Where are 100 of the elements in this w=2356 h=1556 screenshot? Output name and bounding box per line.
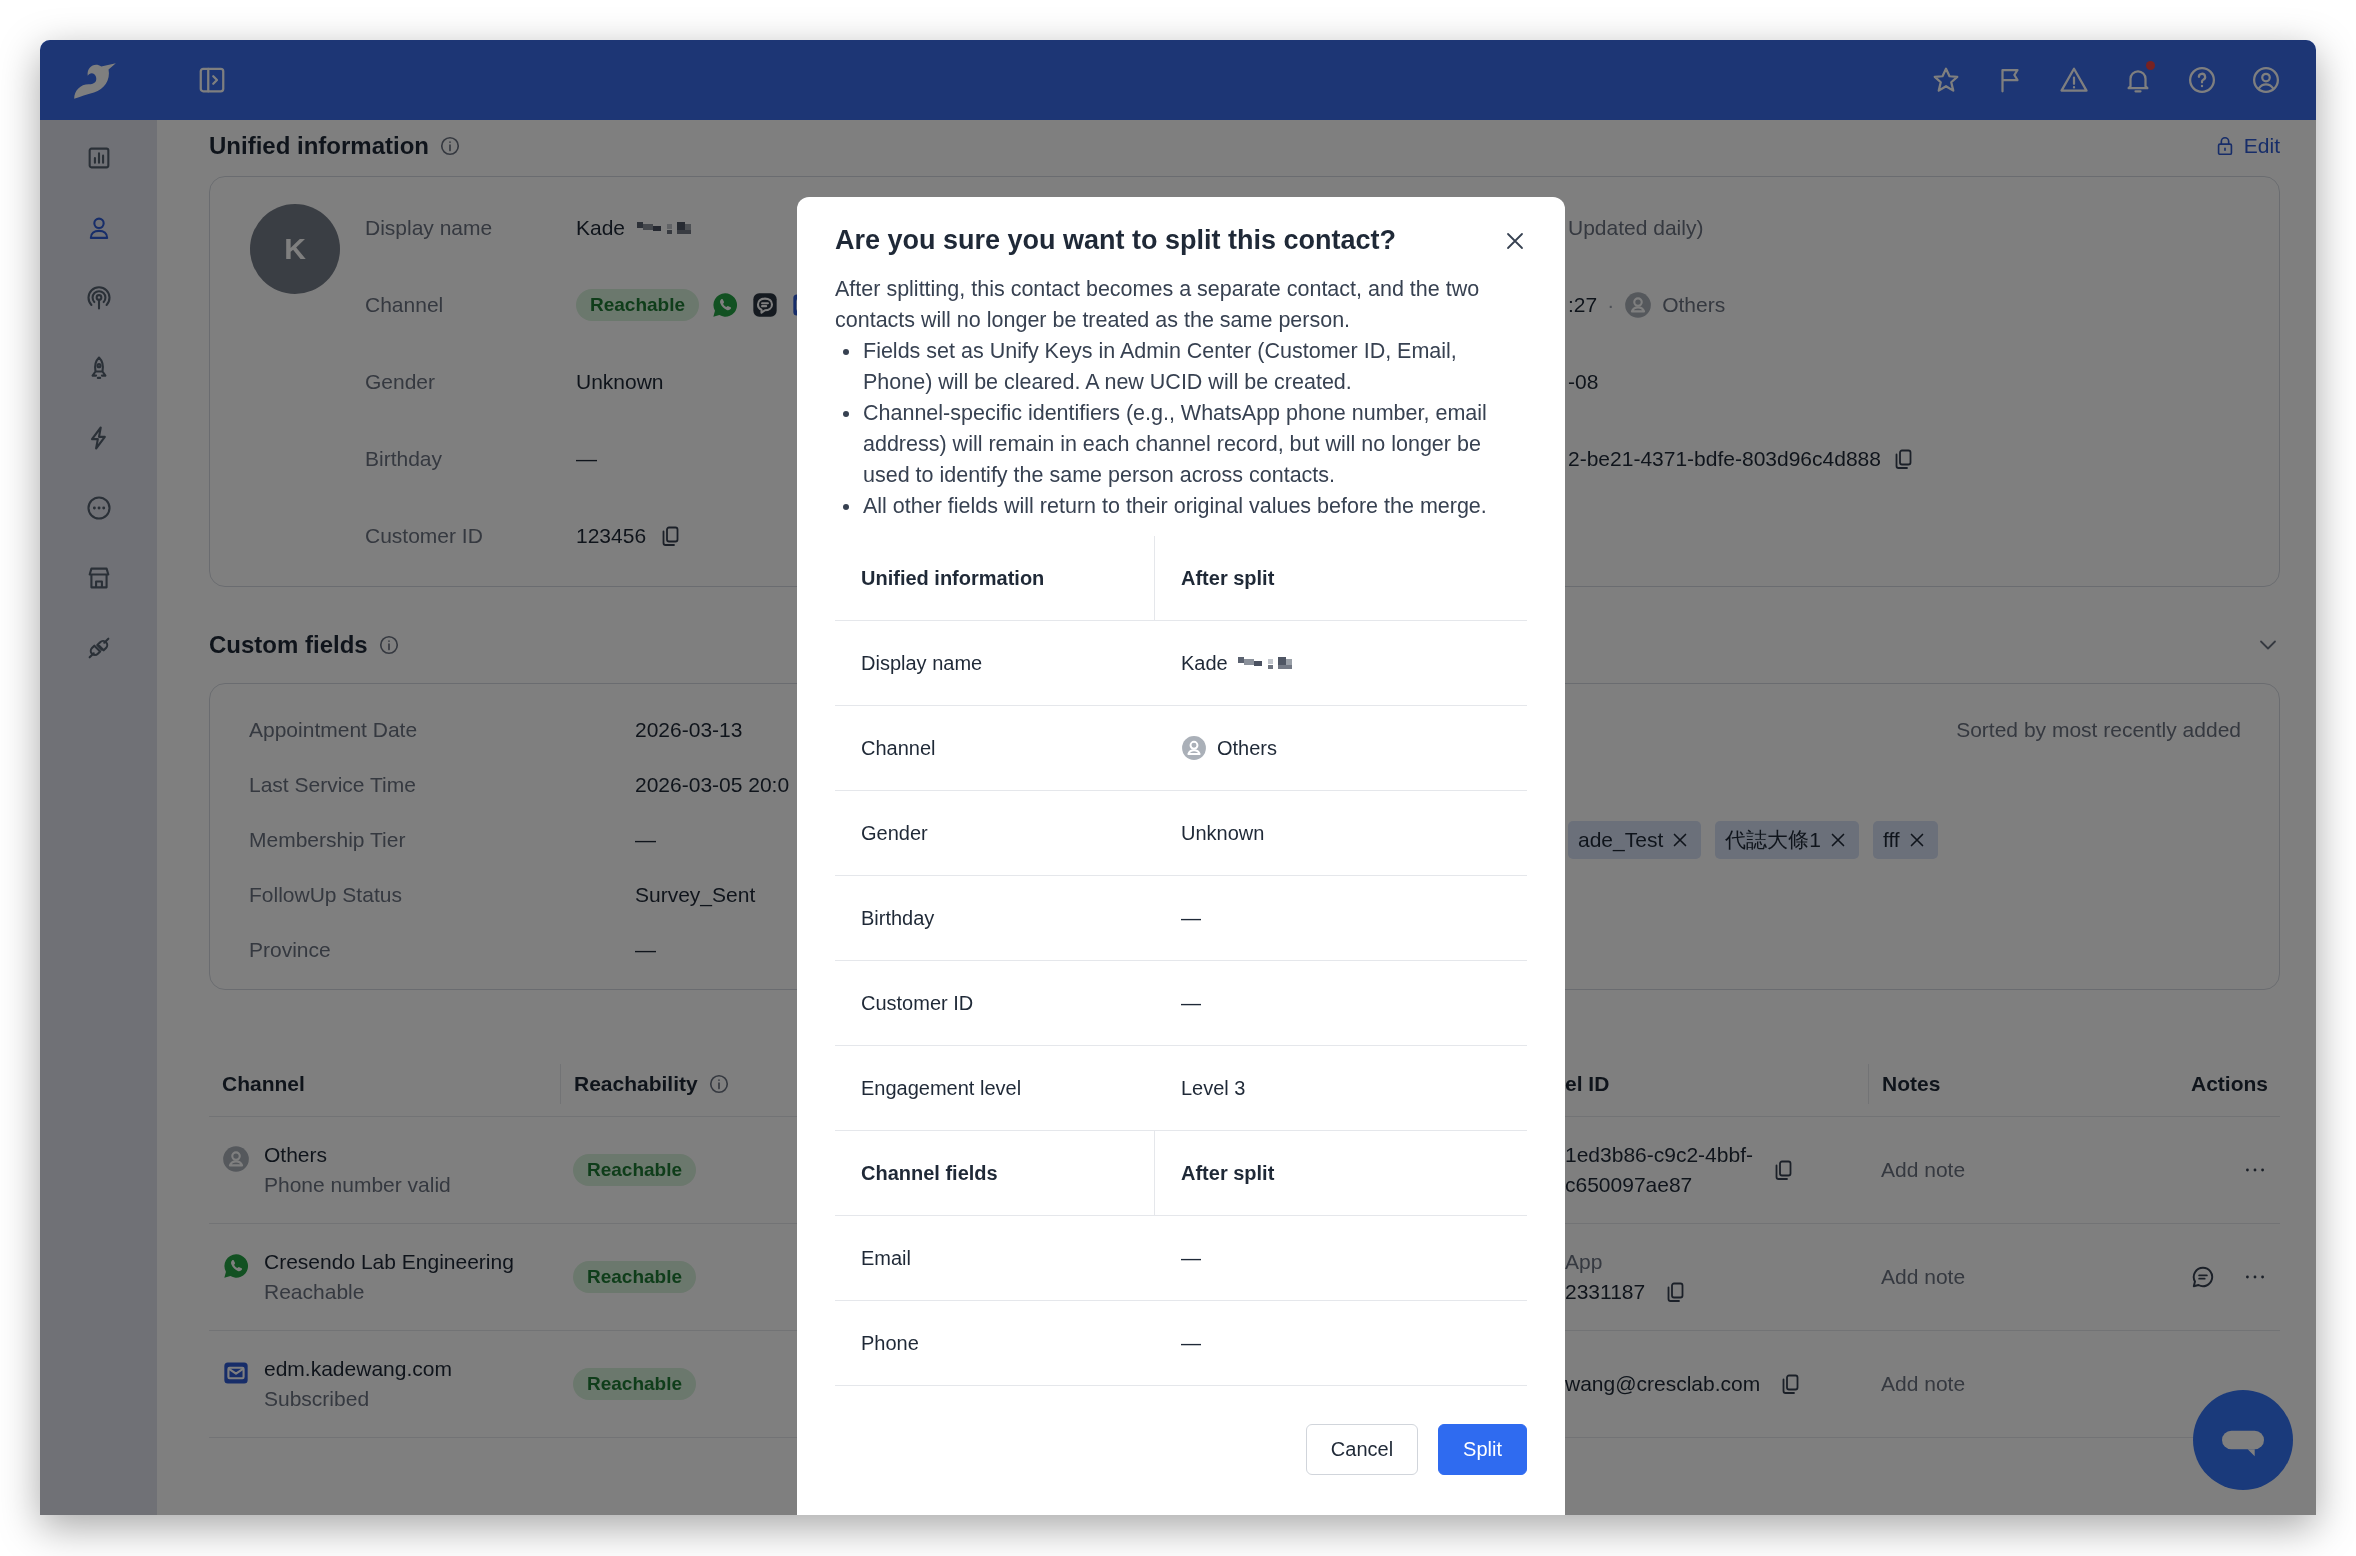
- bullet-dot: [843, 411, 849, 417]
- person-icon: [1624, 290, 1653, 319]
- channel-name: edm.kadewang.com: [264, 1357, 452, 1381]
- row-label: Birthday: [860, 905, 936, 931]
- info-icon: [377, 634, 400, 656]
- column-header: Notes: [1882, 1072, 1941, 1096]
- id-label: App: [1565, 1250, 1604, 1274]
- channel-name: Cresendo Lab Engineering: [264, 1250, 514, 1274]
- field-label: Appointment Date: [249, 717, 418, 742]
- sidebar-toggle-icon[interactable]: [197, 65, 227, 95]
- row-label: Email: [860, 1245, 912, 1271]
- field-value: 2-be21-4371-bdfe-803d96c4d888: [1568, 446, 1881, 471]
- row-value: Kade: [1181, 651, 1228, 675]
- warning-icon[interactable]: [2059, 65, 2089, 95]
- row-label: Customer ID: [860, 990, 975, 1016]
- field-value: —: [576, 446, 597, 471]
- tag-label: ade_Test: [1578, 827, 1664, 852]
- field-value: 123456: [576, 523, 647, 548]
- field-value: -08: [1568, 369, 1599, 394]
- row-label: Display name: [860, 650, 984, 676]
- field-label: Gender: [365, 369, 436, 394]
- field-value: 2026-03-13: [635, 717, 743, 742]
- channel-id: c650097ae87: [1565, 1173, 1694, 1197]
- field-label: Birthday: [365, 446, 443, 471]
- row-value: —: [1181, 906, 1201, 930]
- edit-link[interactable]: Edit: [2213, 134, 2280, 158]
- column-header: After split: [1180, 565, 1276, 591]
- bullet-dot: [843, 349, 849, 355]
- status-badge: Reachable: [573, 1154, 697, 1186]
- row-label: Channel: [860, 735, 937, 761]
- column-header: After split: [1180, 1160, 1276, 1186]
- field-value: Survey_Sent: [635, 882, 756, 907]
- star-icon[interactable]: [1931, 65, 1961, 95]
- dialog-text: After splitting, this contact becomes a separate contact, and the two contacts will no longer be treated as the same person.: [835, 276, 1481, 334]
- bullet-text: All other fields will return to their original values before the merge.: [863, 493, 1487, 520]
- row-value: Others: [1217, 736, 1278, 760]
- dialog-title: Are you sure you want to split this contact?: [835, 225, 1397, 256]
- column-header: el ID: [1565, 1072, 1610, 1096]
- time-text: :27: [1568, 292, 1598, 317]
- row-value: —: [1181, 1246, 1201, 1270]
- channel-id: 2331187: [1565, 1280, 1646, 1304]
- channel-id: wang@cresclab.com: [1565, 1372, 1761, 1396]
- help-icon[interactable]: [2187, 65, 2217, 95]
- person-icon: [222, 1145, 250, 1173]
- channel-id: 1ed3b86-c9c2-4bbf-: [1565, 1143, 1753, 1167]
- bullet-text: Fields set as Unify Keys in Admin Center (Customer ID, Email, Phone) will be cleared. A new UCID will be created.: [863, 338, 1458, 396]
- phone-chat-icon: [711, 290, 740, 319]
- message-icon[interactable]: [2190, 1264, 2216, 1290]
- status-badge: Reachable: [576, 288, 700, 321]
- add-note-link[interactable]: Add note: [1881, 1265, 1966, 1289]
- field-value: 2026-03-05 20:0: [635, 772, 790, 797]
- row-value: Level 3: [1181, 1076, 1246, 1100]
- info-icon: [439, 135, 461, 157]
- section-title: Custom fields: [209, 631, 368, 659]
- section-title: Unified information: [209, 132, 429, 160]
- row-label: Phone: [860, 1330, 920, 1356]
- row-value: —: [1181, 991, 1201, 1015]
- field-label: Membership Tier: [249, 827, 406, 852]
- channel-name: Others: [1662, 292, 1726, 317]
- field-value: —: [635, 827, 656, 852]
- row-label: Gender: [860, 820, 929, 846]
- bullet-text: Channel-specific identifiers (e.g., WhatsApp phone number, email address) will remain in each channel record, but will no longer be used to identify the same person across contacts.: [863, 400, 1488, 489]
- note-text: Updated daily): [1568, 215, 1704, 240]
- channel-name: Others: [264, 1143, 329, 1167]
- status-badge: Reachable: [573, 1261, 697, 1293]
- separator: ·: [1607, 292, 1615, 317]
- chat-icon: [751, 290, 780, 319]
- row-value: —: [1181, 1331, 1201, 1355]
- field-value: Unknown: [576, 369, 664, 394]
- channel-status: Phone number valid: [264, 1173, 451, 1197]
- row-label: Engagement level: [860, 1075, 1023, 1101]
- broadcast-icon[interactable]: [84, 284, 113, 312]
- chat-icon[interactable]: [84, 494, 113, 522]
- field-value: —: [635, 937, 656, 962]
- row-value: Unknown: [1181, 821, 1265, 845]
- status-badge: Reachable: [573, 1368, 697, 1400]
- phone-chat-icon: [222, 1252, 250, 1280]
- channel-status: Reachable: [264, 1280, 366, 1304]
- column-header: Unified information: [835, 536, 1155, 620]
- column-header: Actions: [2191, 1072, 2268, 1096]
- cancel-button[interactable]: Cancel: [1305, 1424, 1419, 1475]
- add-note-link[interactable]: Add note: [1881, 1372, 1966, 1396]
- field-label: Province: [249, 937, 331, 962]
- field-label: Channel: [365, 292, 444, 317]
- field-label: Last Service Time: [249, 772, 416, 797]
- field-label: FollowUp Status: [249, 882, 402, 907]
- account-icon[interactable]: [2251, 65, 2281, 95]
- avatar: K: [250, 204, 340, 294]
- split-button[interactable]: Split: [1438, 1424, 1527, 1475]
- channel-status: Subscribed: [264, 1387, 371, 1411]
- sort-note: Sorted by most recently added: [1955, 717, 2241, 742]
- tag-label: fff: [1882, 827, 1900, 852]
- field-value: Kade: [576, 215, 626, 240]
- person-icon: [1181, 735, 1207, 761]
- field-label: Customer ID: [365, 523, 483, 548]
- add-note-link[interactable]: Add note: [1881, 1158, 1966, 1182]
- field-label: Display name: [365, 215, 493, 240]
- bullet-dot: [843, 504, 849, 510]
- column-header: Channel: [222, 1072, 305, 1096]
- column-header: Channel fields: [835, 1131, 1155, 1215]
